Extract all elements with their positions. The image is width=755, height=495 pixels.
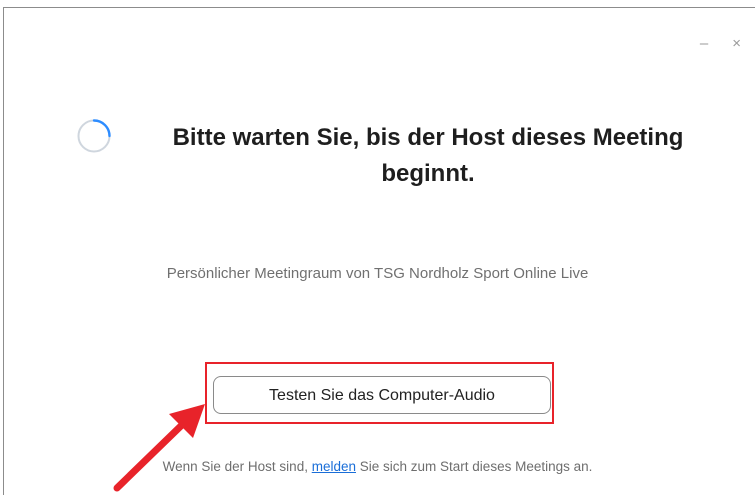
- meeting-room-subtitle: Persönlicher Meetingraum von TSG Nordhol…: [166, 265, 589, 282]
- minimize-button[interactable]: –: [700, 36, 708, 52]
- footer-suffix: Sie sich zum Start dieses Meetings an.: [359, 459, 593, 474]
- loading-spinner-icon: [77, 119, 111, 153]
- close-button[interactable]: ×: [732, 36, 741, 52]
- window-controls: – ×: [700, 36, 741, 52]
- arrow-icon: [113, 404, 205, 492]
- test-computer-audio-button[interactable]: Testen Sie das Computer-Audio: [213, 376, 551, 414]
- waiting-headline: Bitte warten Sie, bis der Host dieses Me…: [172, 124, 684, 187]
- login-link[interactable]: melden: [312, 459, 356, 474]
